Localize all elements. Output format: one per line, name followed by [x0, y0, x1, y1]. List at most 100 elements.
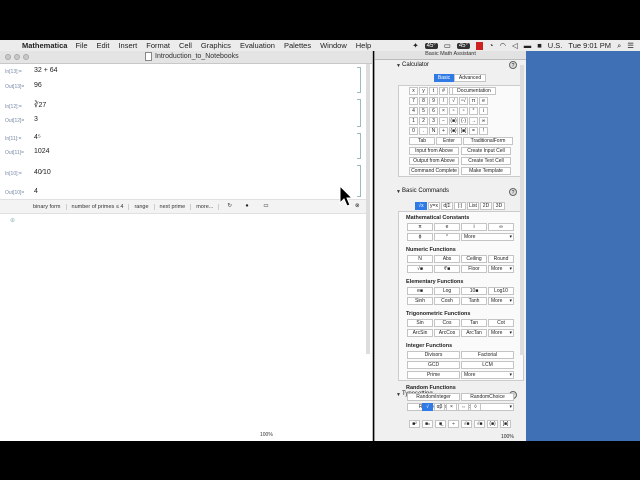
cell-content[interactable]: 40⁄10	[34, 169, 51, 176]
cmd-i[interactable]: i	[461, 223, 487, 231]
calc-key-symbol[interactable]: ⁿ√	[459, 97, 468, 105]
output-cell[interactable]: Out[12]= 3	[0, 116, 372, 126]
volume-icon[interactable]: ◁	[512, 41, 518, 50]
clock[interactable]: Tue 9:01 PM	[568, 41, 611, 50]
cmd-sinh[interactable]: Sinh	[407, 297, 433, 305]
comment-icon[interactable]: ▭	[263, 203, 271, 211]
basic-tab-2d[interactable]: 2D	[480, 202, 492, 210]
cmd-cos[interactable]: Cos	[434, 319, 460, 327]
typeset-template[interactable]: (■)	[487, 420, 498, 428]
help-icon[interactable]: ?	[509, 188, 517, 196]
cmd-symbol[interactable]: π	[407, 223, 433, 231]
calc-key-1[interactable]: 1	[409, 117, 418, 125]
traditionalform-button[interactable]: TraditionalForm	[463, 137, 513, 145]
menu-cell[interactable]: Cell	[179, 41, 192, 50]
typeset-template[interactable]: [■]	[500, 420, 511, 428]
typeset-symbol[interactable]: αβ	[434, 403, 445, 411]
action-command-complete[interactable]: Command Complete	[409, 167, 459, 175]
calc-key-6[interactable]: 6	[429, 107, 438, 115]
temp-badge-2[interactable]: 45°	[456, 42, 470, 49]
typeset-template[interactable]: √■	[474, 420, 485, 428]
basic-tab-d[interactable]: d∫Σ	[441, 202, 453, 210]
typeset-radical[interactable]: √	[422, 403, 433, 411]
cmd-symbol[interactable]: °	[434, 233, 460, 241]
calc-key-symbol[interactable]: ×	[439, 107, 448, 115]
cmd-arccos[interactable]: ArcCos	[434, 329, 460, 337]
refresh-icon[interactable]: ↻	[227, 203, 235, 211]
temp-badge-1[interactable]: 45°	[424, 42, 438, 49]
new-cell-insertion-icon[interactable]: ⊕	[10, 217, 15, 224]
cmd-e[interactable]: e	[434, 223, 460, 231]
cmd-symbol[interactable]: ϕ	[407, 233, 433, 241]
notebook-zoom[interactable]: 100%	[260, 432, 273, 438]
menu-file[interactable]: File	[75, 41, 87, 50]
calc-key-symbol[interactable]: (■)	[449, 117, 458, 125]
zoom-button[interactable]	[23, 54, 29, 60]
action-output-from-above[interactable]: Output from Above	[409, 157, 459, 165]
settings-icon[interactable]: ●	[245, 203, 253, 211]
menu-format[interactable]: Format	[146, 41, 170, 50]
output-cell[interactable]: Out[13]= 96	[0, 82, 372, 92]
menu-edit[interactable]: Edit	[97, 41, 110, 50]
cmd-symbol[interactable]: √■	[407, 265, 433, 273]
calc-key-symbol[interactable]: !	[479, 127, 488, 135]
calc-key-symbol[interactable]: .	[419, 127, 428, 135]
calc-key-i[interactable]: i	[479, 107, 488, 115]
battery-icon[interactable]: ▬	[524, 41, 532, 50]
suggestion-binary-form[interactable]: binary form	[28, 203, 67, 210]
cmd-divisors[interactable]: Divisors	[407, 351, 460, 359]
close-suggestions-icon[interactable]: ⊗	[355, 203, 363, 211]
notebook-scrollbar[interactable]	[366, 64, 370, 354]
wifi-icon[interactable]: ◠	[499, 41, 506, 50]
calc-key-symbol[interactable]: #	[439, 87, 448, 95]
calc-key-symbol[interactable]: √	[449, 97, 458, 105]
input-cell[interactable]: In[13]:= 32 + 64	[0, 67, 372, 77]
cmd-log10[interactable]: Log10	[488, 287, 514, 295]
tab-key-button[interactable]: Tab	[409, 137, 435, 145]
suggestion-next-prime[interactable]: next prime	[155, 203, 192, 210]
palette-title[interactable]: Basic Math Assistant	[375, 51, 526, 60]
typeset-symbol[interactable]: ◊	[470, 403, 481, 411]
action-make-template[interactable]: Make Template	[461, 167, 511, 175]
input-cell[interactable]: In[10]:= 40⁄10	[0, 167, 372, 179]
tab-basic[interactable]: Basic	[434, 74, 454, 82]
list-icon[interactable]: ☰	[627, 41, 634, 50]
basic-tab-3d[interactable]: 3D	[493, 202, 505, 210]
action-input-from-above[interactable]: Input from Above	[409, 147, 459, 155]
palette-scrollbar[interactable]	[520, 65, 524, 355]
calc-key-4[interactable]: 4	[409, 107, 418, 115]
tab-advanced[interactable]: Advanced	[454, 74, 486, 82]
cmd-log[interactable]: Log	[434, 287, 460, 295]
calc-key-2[interactable]: 2	[419, 117, 428, 125]
calc-key-t[interactable]: t	[429, 87, 438, 95]
collapse-triangle-icon[interactable]: ▼	[396, 63, 401, 69]
menu-help[interactable]: Help	[356, 41, 371, 50]
cmd-cot[interactable]: Cot	[488, 319, 514, 327]
cmd-sin[interactable]: Sin	[407, 319, 433, 327]
typeset-template[interactable]: ■̲	[435, 420, 446, 428]
calc-key-symbol[interactable]: π	[469, 97, 478, 105]
suggestion-number-of-primes[interactable]: number of primes ≤ 4	[67, 203, 130, 210]
suggestion-range[interactable]: range	[129, 203, 155, 210]
cell-content[interactable]: ∛27	[34, 101, 46, 109]
close-button[interactable]	[5, 54, 11, 60]
typeset-template[interactable]: ■²	[409, 420, 420, 428]
cell-content[interactable]: 4	[34, 188, 38, 195]
cmd-abs[interactable]: Abs	[434, 255, 460, 263]
cmd-gcd[interactable]: GCD	[407, 361, 460, 369]
calc-key-symbol[interactable]: ∞	[479, 117, 488, 125]
menu-graphics[interactable]: Graphics	[201, 41, 231, 50]
typeset-symbol[interactable]: ⇔	[458, 403, 469, 411]
menu-window[interactable]: Window	[320, 41, 347, 50]
typeset-template[interactable]: ■ₙ	[422, 420, 433, 428]
calc-key-symbol[interactable]: +	[439, 127, 448, 135]
basic-tab-symbol[interactable]: (:)	[454, 202, 466, 210]
more-dropdown[interactable]: More	[488, 297, 514, 305]
notebook-titlebar[interactable]: Introduction_to_Notebooks	[0, 51, 372, 64]
calculator-heading[interactable]: Calculator	[402, 62, 429, 68]
cmd-10[interactable]: 10■	[461, 287, 487, 295]
cmd-n[interactable]: N	[407, 255, 433, 263]
enter-key-button[interactable]: Enter	[436, 137, 462, 145]
cmd-randomchoice[interactable]: RandomChoice	[461, 393, 514, 401]
record-icon[interactable]	[475, 41, 483, 50]
